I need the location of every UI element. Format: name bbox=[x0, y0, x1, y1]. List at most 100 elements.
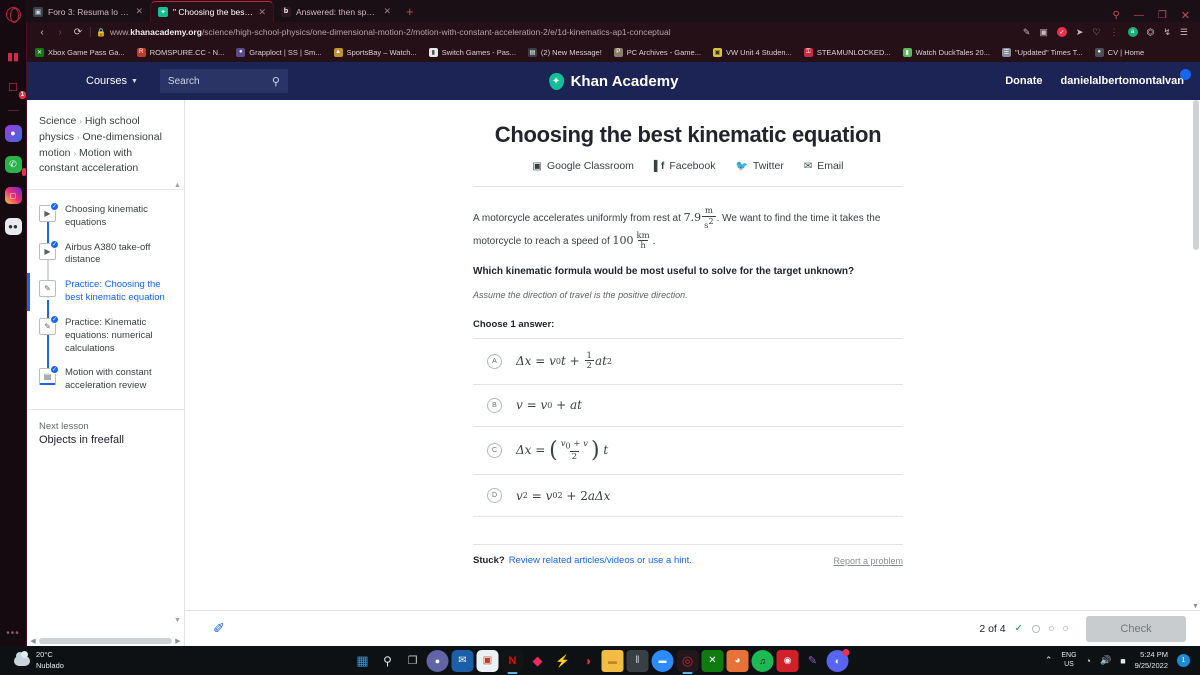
sidebar-item-choosing-kinematic-equations[interactable]: ▶ ✓ Choosing kinematic equations bbox=[27, 198, 184, 236]
tab-1-close-icon[interactable]: ✕ bbox=[258, 7, 266, 18]
mail-icon[interactable]: ✉ bbox=[451, 649, 474, 672]
answer-choice-c[interactable]: C Δx = (v0 + v 2) t bbox=[473, 425, 903, 474]
zoom-icon[interactable]: ▬ bbox=[651, 649, 674, 672]
exercise-scrollbar[interactable]: ▲ ▼ bbox=[1191, 100, 1200, 610]
amazon-icon[interactable]: a bbox=[1127, 27, 1138, 37]
user-menu[interactable]: danielalbertomontalvan bbox=[1061, 69, 1191, 87]
download-icon[interactable]: ↯ bbox=[1163, 27, 1171, 38]
sidebar-item-airbus-a380[interactable]: ▶ ✓ Airbus A380 take-off distance bbox=[27, 236, 184, 274]
task-view-icon[interactable]: ❐ bbox=[402, 650, 424, 672]
tab-0[interactable]: ▣ Foro 3: Resuma lo más i ✕ bbox=[26, 1, 150, 22]
report-problem-link[interactable]: Report a problem bbox=[833, 556, 903, 566]
shield-icon[interactable]: ✓ bbox=[1056, 27, 1067, 37]
share-twitter[interactable]: 🐦 Twitter bbox=[735, 160, 783, 172]
notes-icon[interactable]: ✎ bbox=[802, 650, 824, 672]
hint-link[interactable]: Review related articles/videos or use a … bbox=[509, 555, 692, 566]
bookmark-6[interactable]: P PC Archives - Game... bbox=[613, 47, 701, 57]
netflix-icon[interactable]: N bbox=[501, 649, 524, 672]
bookmark-0[interactable]: ✕ Xbox Game Pass Ga... bbox=[35, 47, 125, 57]
bookmark-4[interactable]: ▮ Switch Games - Pas... bbox=[428, 47, 516, 57]
messenger-icon[interactable]: ● bbox=[3, 123, 23, 143]
premiere-icon[interactable]: ◆ bbox=[527, 650, 549, 672]
sidebar-item-motion-review[interactable]: ▤ ✓ Motion with constant acceleration re… bbox=[27, 361, 184, 399]
reload-button[interactable]: ⟳ bbox=[69, 27, 87, 38]
next-lesson[interactable]: Next lesson Objects in freefall bbox=[27, 408, 184, 457]
tray-chevron-icon[interactable]: ⌃ bbox=[1045, 655, 1053, 666]
pencil-doodle-icon[interactable]: ✐ bbox=[213, 620, 225, 637]
share-email[interactable]: ✉ Email bbox=[804, 160, 844, 172]
volume-icon[interactable]: 🔊 bbox=[1100, 655, 1111, 666]
start-icon[interactable]: ▦ bbox=[352, 650, 374, 672]
file-explorer-icon[interactable]: ▬ bbox=[601, 649, 624, 672]
scroll-left-icon[interactable]: ◀ bbox=[27, 637, 39, 645]
donate-button[interactable]: Donate bbox=[1005, 75, 1042, 87]
share-facebook[interactable]: ▌f Facebook bbox=[654, 160, 716, 172]
search-icon[interactable]: ⚲ bbox=[1112, 10, 1119, 21]
easy-setup-icon[interactable]: ☰ bbox=[1180, 27, 1188, 38]
back-button[interactable]: ‹ bbox=[33, 27, 51, 38]
scroll-up-icon[interactable]: ▲ bbox=[174, 182, 181, 189]
close-icon[interactable]: ✕ bbox=[1181, 9, 1190, 22]
breadcrumb-item-0[interactable]: Science bbox=[39, 115, 76, 127]
opera-logo-icon[interactable] bbox=[3, 4, 23, 24]
courses-menu[interactable]: Courses ▼ bbox=[86, 75, 138, 87]
flash-icon[interactable]: ⚡ bbox=[552, 650, 574, 672]
teams-icon[interactable]: ● bbox=[426, 649, 449, 672]
bookmark-3[interactable]: ▲ SportsBay – Watch... bbox=[333, 47, 417, 57]
discord-icon[interactable]: ●● bbox=[3, 216, 23, 236]
heart-icon[interactable]: ♡ bbox=[1092, 27, 1100, 38]
sidebar-item-practice-choosing-best-kinematic-equation[interactable]: ✎ Practice: Choosing the best kinematic … bbox=[27, 273, 184, 311]
scroll-thumb[interactable] bbox=[39, 637, 172, 644]
sidebar-scrollbar[interactable]: ▲ ▼ bbox=[173, 182, 182, 624]
choice-b-bubble[interactable]: B bbox=[487, 397, 502, 413]
whatsapp-icon[interactable]: ✆ bbox=[3, 154, 26, 176]
khan-academy-logo[interactable]: ✦ Khan Academy bbox=[548, 72, 678, 90]
wifi-icon[interactable]: ◔ bbox=[1086, 656, 1091, 666]
bookmark-8[interactable]: ⚿ STEAMUNLOCKED... bbox=[803, 47, 891, 57]
store-icon[interactable]: ▣ bbox=[476, 649, 499, 672]
scroll-down-icon[interactable]: ▼ bbox=[174, 617, 181, 624]
bookmark-9[interactable]: ▮ Watch DuckTales 20... bbox=[902, 47, 990, 57]
clock[interactable]: 5:24 PM 9/25/2022 bbox=[1135, 650, 1168, 670]
scroll-down-icon[interactable]: ▼ bbox=[1192, 603, 1199, 610]
paint-icon[interactable]: ◕ bbox=[726, 649, 749, 672]
switch-icon[interactable]: ‖ bbox=[626, 649, 649, 672]
xbox-icon[interactable]: ✕ bbox=[701, 649, 724, 672]
discord-icon[interactable]: ◐ bbox=[826, 648, 850, 672]
tab-0-close-icon[interactable]: ✕ bbox=[135, 6, 143, 17]
bookmark-1[interactable]: R ROMSPURE.CC - N... bbox=[136, 47, 224, 57]
bookmark-10[interactable]: ☰ "Updated" Times T... bbox=[1001, 47, 1083, 57]
choice-c-bubble[interactable]: C bbox=[487, 442, 502, 458]
sidebar-more-button[interactable]: ••• bbox=[6, 628, 20, 639]
forward-button[interactable]: › bbox=[51, 27, 69, 38]
notification-badge[interactable]: 1 bbox=[1177, 654, 1190, 667]
pokeball-icon[interactable]: ◉ bbox=[776, 649, 799, 672]
language-indicator[interactable]: ENG US bbox=[1061, 652, 1076, 670]
tab-2[interactable]: b Answered: then speeds up ✕ bbox=[274, 1, 398, 22]
more-icon[interactable]: ⋮ bbox=[1110, 27, 1119, 38]
scroll-right-icon[interactable]: ▶ bbox=[172, 637, 184, 645]
check-button[interactable]: Check bbox=[1086, 615, 1186, 642]
tab-2-close-icon[interactable]: ✕ bbox=[383, 6, 391, 17]
weather-widget[interactable]: 20°C Nublado bbox=[14, 650, 64, 670]
opera-gx-icon[interactable]: ◑ bbox=[577, 650, 599, 672]
choice-a-bubble[interactable]: A bbox=[487, 353, 502, 369]
bookmark-11[interactable]: ● CV | Home bbox=[1094, 47, 1144, 57]
address-bar-url[interactable]: www.khanacademy.org/science/high-school-… bbox=[110, 27, 671, 37]
minimize-icon[interactable]: — bbox=[1134, 10, 1144, 21]
messages-icon[interactable]: ☐ 1 bbox=[3, 77, 26, 99]
bookmark-2[interactable]: ● Grapploct | SS | Sm... bbox=[236, 47, 322, 57]
spotify-icon[interactable]: ♫ bbox=[751, 649, 774, 672]
answer-choice-b[interactable]: B v = v0 + at bbox=[473, 383, 903, 426]
instagram-icon[interactable]: ◻ bbox=[3, 185, 23, 205]
briefcase-icon[interactable]: ▮▮ bbox=[3, 46, 23, 66]
opera-icon[interactable]: ◎ bbox=[676, 649, 699, 672]
send-icon[interactable]: ➤ bbox=[1076, 27, 1084, 38]
camera-icon[interactable]: ▣ bbox=[1039, 27, 1048, 38]
answer-choice-d[interactable]: D v2 = v02 + 2 a Δx bbox=[473, 474, 903, 518]
package-icon[interactable]: ⏣ bbox=[1147, 27, 1155, 38]
snapshot-icon[interactable]: ✎ bbox=[1023, 27, 1031, 38]
tab-1[interactable]: ✦ " Choosing the best kinem ✕ bbox=[150, 1, 274, 22]
search-icon[interactable]: ⚲ bbox=[377, 650, 399, 672]
sidebar-item-practice-numerical-calculations[interactable]: ✎ ✓ Practice: Kinematic equations: numer… bbox=[27, 311, 184, 361]
